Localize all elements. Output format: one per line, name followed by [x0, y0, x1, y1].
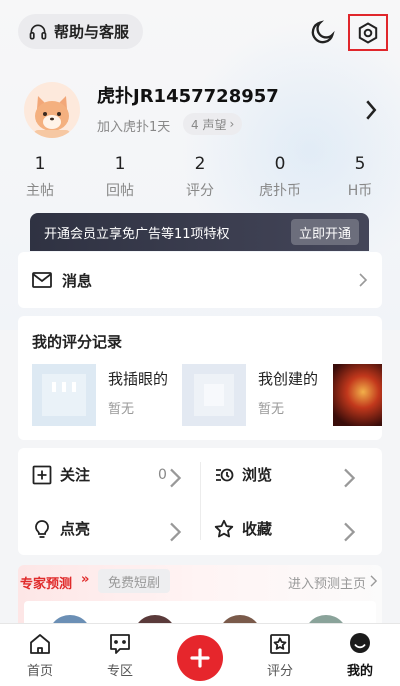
rating-item-bookmarked[interactable]: 我插眼的 暂无 [32, 364, 168, 426]
nav-zone-label: 专区 [106, 664, 133, 679]
stat-label: 虎扑币 [259, 183, 301, 199]
rating-item-status: 暂无 [258, 402, 285, 417]
rating-item-name: 我创建的 [258, 370, 319, 388]
header: 帮助与客服 [0, 0, 400, 64]
rating-poster-image[interactable] [333, 364, 382, 426]
settings-button[interactable] [348, 14, 388, 51]
help-support-button[interactable]: 帮助与客服 [18, 14, 144, 49]
tab-expert-prediction[interactable]: 专家预测 [20, 573, 72, 592]
join-days: 加入虎扑1天 [97, 120, 171, 135]
rating-records-title: 我的评分记录 [32, 333, 123, 351]
messages-row[interactable]: 消息 [18, 252, 382, 308]
chevron-right-icon [170, 468, 182, 488]
moon-icon[interactable] [309, 18, 337, 46]
vip-banner[interactable]: 开通会员立享免广告等11项特权 立即开通 [30, 213, 369, 251]
stat-replies[interactable]: 1 回帖 [80, 150, 160, 202]
chevron-right-icon[interactable] [363, 100, 379, 120]
nav-rating[interactable]: 评分 [250, 632, 310, 679]
nav-profile[interactable]: 我的 [330, 632, 390, 679]
stat-label: 回帖 [106, 183, 134, 199]
add-square-icon [32, 465, 52, 484]
double-chevron-icon: » [81, 572, 90, 587]
star-icon [214, 519, 234, 537]
favorite-item[interactable]: 收藏 [214, 502, 382, 555]
stat-hupu-coins[interactable]: 0 虎扑币 [240, 150, 320, 202]
vip-banner-text: 开通会员立享免广告等11项特权 [44, 226, 230, 242]
chevron-right-icon [344, 468, 356, 488]
messages-label: 消息 [62, 271, 93, 290]
chevron-right-icon [370, 575, 378, 587]
stat-label: 主帖 [26, 183, 54, 199]
nav-profile-label: 我的 [346, 664, 373, 679]
rating-item-status: 暂无 [108, 402, 135, 417]
nav-rating-label: 评分 [266, 664, 293, 679]
home-icon [30, 634, 50, 654]
stat-label: 评分 [186, 183, 214, 199]
zone-icon [110, 634, 130, 654]
chevron-right-icon [344, 522, 356, 542]
stat-value: 0 [274, 154, 286, 174]
like-item[interactable]: 点亮 [32, 502, 200, 555]
create-post-button[interactable] [177, 635, 223, 681]
profile-icon [350, 633, 370, 653]
stat-posts[interactable]: 1 主帖 [0, 150, 80, 202]
stat-h-coins[interactable]: 5 H币 [320, 150, 400, 202]
stat-value: 1 [34, 154, 46, 174]
divider [200, 462, 201, 540]
history-item[interactable]: 浏览 [214, 448, 382, 501]
follow-item[interactable]: 关注 0 [32, 448, 200, 501]
nav-home-label: 首页 [26, 664, 53, 679]
vip-activate-button[interactable]: 立即开通 [290, 219, 359, 245]
rating-item-created[interactable]: 我创建的 暂无 [182, 364, 318, 426]
stat-value: 2 [194, 154, 206, 174]
profile-section[interactable]: 虎扑JR1457728957 加入虎扑1天 4 声望 › [0, 70, 400, 150]
expert-prediction-card: 专家预测 » 免费短剧 进入预测主页 [18, 565, 382, 625]
help-support-label: 帮助与客服 [54, 23, 130, 41]
expert-home-link[interactable]: 进入预测主页 [288, 573, 366, 592]
follow-label: 关注 [60, 466, 91, 484]
placeholder-image-icon [194, 374, 234, 416]
stats-row: 1 主帖 1 回帖 2 评分 0 虎扑币 5 H币 [0, 150, 400, 202]
username: 虎扑JR1457728957 [97, 86, 279, 107]
history-icon [216, 468, 234, 481]
created-thumbnail [182, 364, 246, 426]
reputation-badge[interactable]: 4 声望 › [183, 113, 243, 135]
nav-zone[interactable]: 专区 [90, 632, 150, 679]
placeholder-image-icon [42, 374, 86, 416]
plus-icon [190, 648, 210, 668]
like-label: 点亮 [60, 520, 91, 538]
favorite-label: 收藏 [242, 520, 273, 538]
chevron-right-icon [359, 273, 368, 287]
chevron-right-icon [170, 522, 182, 542]
history-label: 浏览 [242, 466, 273, 484]
stat-value: 5 [354, 154, 366, 174]
tab-free-drama[interactable]: 免费短剧 [98, 569, 171, 593]
stat-ratings[interactable]: 2 评分 [160, 150, 240, 202]
cat-avatar-icon [34, 96, 70, 138]
shortcuts-card: 关注 0 浏览 点亮 收藏 [18, 448, 382, 555]
rating-star-icon [270, 634, 290, 654]
bookmarked-thumbnail [32, 364, 96, 426]
rating-item-name: 我插眼的 [108, 370, 169, 388]
gear-icon [358, 21, 378, 44]
chevron-right-icon: › [229, 117, 235, 131]
avatar[interactable] [24, 82, 80, 138]
reputation-label: 4 声望 [191, 117, 227, 132]
lightbulb-icon [35, 519, 49, 538]
stat-label: H币 [347, 183, 373, 199]
mail-icon [32, 272, 52, 288]
rating-records-card: 我的评分记录 我插眼的 暂无 我创建的 暂无 [18, 316, 382, 440]
stat-value: 1 [114, 154, 126, 174]
headset-icon [29, 24, 47, 39]
nav-home[interactable]: 首页 [10, 632, 70, 679]
